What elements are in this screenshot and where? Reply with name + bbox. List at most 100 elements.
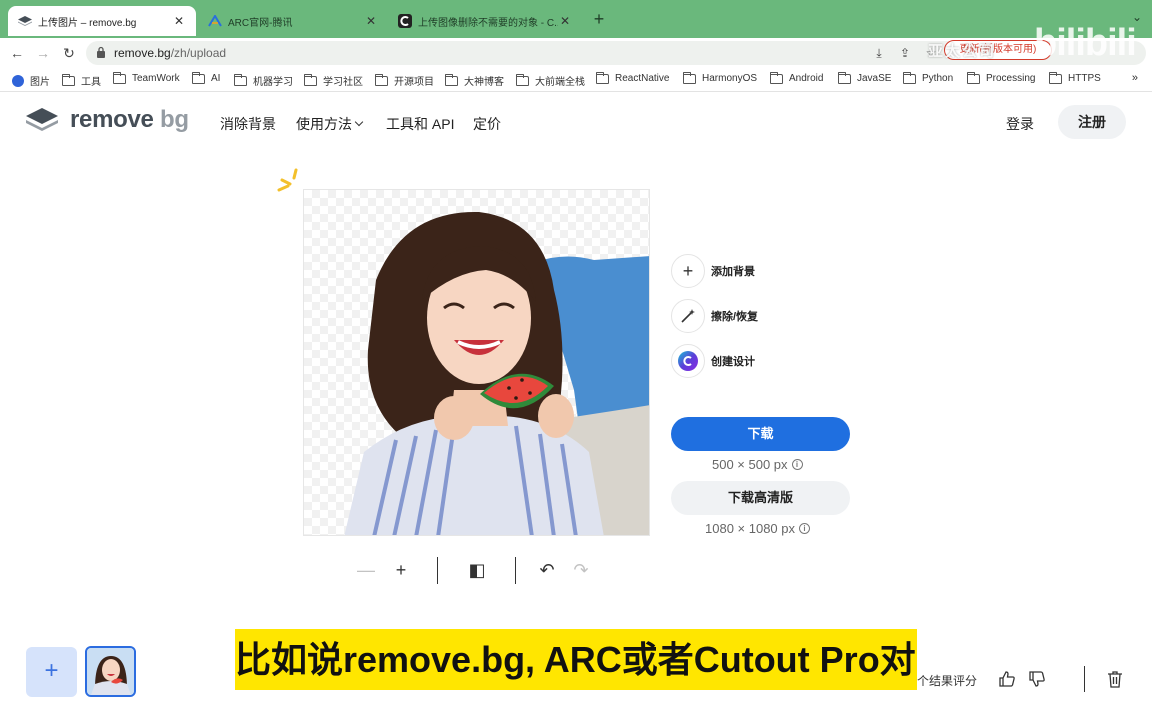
bookmarks-more-button[interactable]: »	[1132, 72, 1138, 84]
share-icon[interactable]: ⇪	[896, 44, 914, 62]
nav-remove-background[interactable]: 消除背景	[220, 114, 276, 134]
folder-icon	[903, 71, 916, 84]
bookmark-folder[interactable]: TeamWork	[113, 71, 180, 84]
zoom-in-button[interactable]: +	[390, 559, 412, 581]
bookmark-folder[interactable]: 学习社区	[304, 73, 363, 88]
erase-restore-action[interactable]: 擦除/恢复	[671, 299, 758, 333]
download-icon[interactable]: ⤓	[870, 44, 888, 62]
bookmark-folder[interactable]: 大前端全栈	[516, 73, 585, 88]
bookmark-label: 大前端全栈	[535, 77, 585, 88]
tab-cutout[interactable]: 上传图像删除不需要的对象 - C... ✕	[388, 6, 582, 36]
tab-arc[interactable]: ARC官网-腾讯 ✕	[198, 6, 388, 36]
bookmark-label: HTTPS	[1068, 73, 1101, 84]
bookmark-label: 图片	[30, 77, 50, 88]
close-icon[interactable]: ✕	[364, 14, 378, 28]
download-hd-size: 1080 × 1080 px	[705, 521, 795, 536]
signup-button[interactable]: 注册	[1058, 105, 1126, 139]
bookmark-folder[interactable]: Processing	[967, 71, 1036, 84]
thumbnail-image	[87, 648, 134, 695]
bookmark-folder[interactable]: 机器学习	[234, 73, 293, 88]
removebg-logo[interactable]: remove bg	[24, 106, 189, 134]
forward-icon[interactable]: →	[32, 42, 54, 64]
bookmark-label: Processing	[986, 73, 1036, 84]
plus-icon: +	[671, 254, 705, 288]
reload-icon[interactable]: ↻	[58, 42, 80, 64]
bookmark-folder[interactable]: HTTPS	[1049, 71, 1101, 84]
folder-icon	[967, 71, 980, 84]
site-header: remove bg 消除背景 使用方法 工具和 API 定价 登录 注册	[0, 92, 1152, 152]
add-image-button[interactable]: +	[26, 647, 77, 697]
bookmark-label: 开源项目	[394, 77, 434, 88]
undo-icon[interactable]: ↶	[536, 559, 558, 581]
action-label: 添加背景	[711, 266, 755, 278]
bookmark-folder[interactable]: 工具	[62, 73, 101, 88]
folder-icon	[445, 73, 458, 86]
info-icon[interactable]: i	[791, 459, 803, 470]
bookmark-label: 学习社区	[323, 77, 363, 88]
channel-watermark: 亚太公司	[928, 43, 997, 60]
bookmark-folder[interactable]: AI	[192, 71, 220, 84]
bookmark-label: Python	[922, 73, 954, 84]
add-background-action[interactable]: + 添加背景	[671, 254, 755, 288]
cutout-logo-icon	[398, 14, 412, 28]
info-icon[interactable]: i	[799, 523, 810, 534]
bookmark-label: TeamWork	[132, 73, 180, 84]
bookmark-folder[interactable]: 开源项目	[375, 73, 434, 88]
logo-text-main: remove	[70, 106, 154, 133]
nav-how-to-use[interactable]: 使用方法	[296, 114, 364, 134]
redo-icon[interactable]: ↷	[570, 559, 592, 581]
folder-icon	[375, 73, 388, 86]
bookmark-folder[interactable]: Python	[903, 71, 954, 84]
tab-removebg[interactable]: 上传图片 – remove.bg ✕	[8, 6, 196, 36]
bookmark-label: Android	[789, 73, 824, 84]
bookmark-folder[interactable]: ReactNative	[596, 71, 670, 84]
action-label: 创建设计	[711, 356, 755, 368]
bookmark-item[interactable]: 图片	[12, 73, 50, 88]
download-button[interactable]: 下载	[671, 417, 850, 451]
logo-text: remove bg	[70, 106, 189, 134]
result-image-canvas[interactable]	[303, 189, 650, 536]
folder-icon	[234, 73, 247, 86]
back-icon[interactable]: ←	[6, 42, 28, 64]
download-size: 500 × 500 px	[712, 457, 788, 472]
folder-icon	[683, 71, 696, 84]
thumbs-down-icon[interactable]	[1028, 670, 1046, 688]
folder-icon	[192, 71, 205, 84]
download-hd-button[interactable]: 下载高清版	[671, 481, 850, 515]
url-path: /zh/upload	[170, 46, 227, 60]
bookmark-folder[interactable]: Android	[770, 71, 824, 84]
thumbs-up-icon[interactable]	[998, 670, 1016, 688]
nav-tools-api[interactable]: 工具和 API	[386, 114, 454, 134]
url-text: remove.bg/zh/upload	[114, 46, 226, 60]
tab-title: 上传图像删除不需要的对象 - C...	[418, 17, 558, 29]
new-tab-button[interactable]: +	[588, 8, 610, 30]
removebg-logo-icon	[26, 108, 58, 131]
bookmark-folder[interactable]: HarmonyOS	[683, 71, 758, 84]
image-thumbnail[interactable]	[85, 646, 136, 697]
bookmark-label: 大神博客	[464, 77, 504, 88]
login-link[interactable]: 登录	[1006, 114, 1034, 134]
bookmark-folder[interactable]: 大神博客	[445, 73, 504, 88]
folder-icon	[1049, 71, 1062, 84]
bookmark-label: ReactNative	[615, 73, 670, 84]
create-design-action[interactable]: 创建设计	[671, 344, 755, 378]
bookmark-label: 工具	[81, 77, 101, 88]
folder-icon	[596, 71, 609, 84]
bookmarks-bar: 图片 工具 TeamWork AI 机器学习 学习社区 开源项目 大神博客 大前…	[0, 68, 1152, 92]
zoom-out-button[interactable]: —	[355, 559, 377, 581]
lock-icon	[97, 46, 105, 58]
folder-icon	[516, 73, 529, 86]
close-icon[interactable]: ✕	[558, 14, 572, 28]
compare-icon[interactable]: ◧	[466, 559, 488, 581]
nav-pricing[interactable]: 定价	[473, 114, 501, 134]
baidu-paw-icon	[12, 74, 24, 87]
nav-label: 使用方法	[296, 116, 352, 132]
sparkle-icon	[277, 168, 298, 192]
bookmark-label: HarmonyOS	[702, 73, 758, 84]
canva-logo-icon	[671, 344, 705, 378]
bookmark-folder[interactable]: JavaSE	[838, 71, 891, 84]
trash-icon[interactable]	[1107, 670, 1123, 688]
close-icon[interactable]: ✕	[172, 14, 186, 28]
folder-icon	[770, 71, 783, 84]
bottom-divider	[1084, 666, 1085, 692]
